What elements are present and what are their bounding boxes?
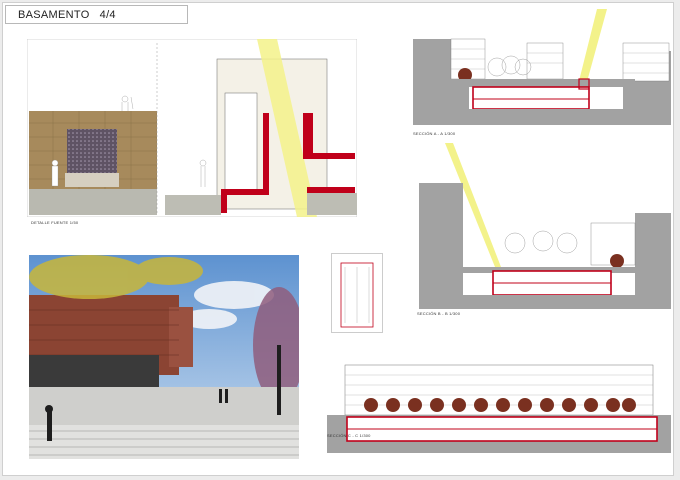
section-bb-drawing: SECCIÓN B - B 1/300 xyxy=(415,143,673,316)
sheet-title: BASAMENTO xyxy=(18,9,90,21)
fountain-detail-drawing: DETALLE FUENTE 1/50 xyxy=(27,39,357,225)
title-block: BASAMENTO 4/4 xyxy=(5,5,188,24)
caption-detail: DETALLE FUENTE 1/50 xyxy=(31,220,79,225)
section-aa-drawing: SECCIÓN A - A 1/300 xyxy=(411,9,673,136)
plaza-photo-render xyxy=(29,255,299,459)
section-cc-drawing: SECCIÓN C - C 1/300 xyxy=(325,355,673,459)
sheet-page-number: 4/4 xyxy=(99,9,116,21)
drawing-sheet: BASAMENTO 4/4 DETALLE FUENTE 1/50 SECCIÓ… xyxy=(2,2,674,476)
caption-section-bb: SECCIÓN B - B 1/300 xyxy=(417,311,461,316)
plan-drawing xyxy=(331,253,383,333)
caption-section-cc: SECCIÓN C - C 1/300 xyxy=(327,433,371,438)
caption-section-aa: SECCIÓN A - A 1/300 xyxy=(413,131,456,136)
